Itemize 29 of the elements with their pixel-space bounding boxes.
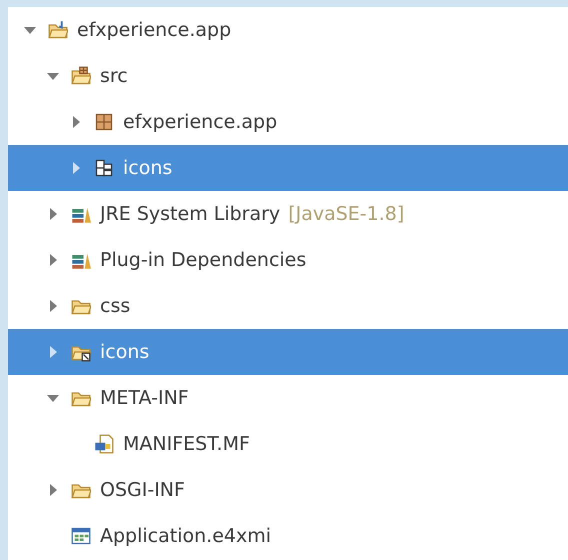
tree-item[interactable]: efxperience.app xyxy=(8,7,568,53)
item-label: icons xyxy=(100,341,150,363)
item-label: META-INF xyxy=(100,387,189,409)
item-label: JRE System Library xyxy=(100,203,280,225)
tree-item[interactable]: OSGI-INF xyxy=(8,467,568,513)
tree-item[interactable]: src xyxy=(8,53,568,99)
tree-item[interactable]: META-INF xyxy=(8,375,568,421)
item-label: efxperience.app xyxy=(77,19,232,41)
tree-item[interactable]: MANIFEST.MF xyxy=(8,421,568,467)
project-folder-icon xyxy=(48,20,68,40)
package-icon xyxy=(94,158,114,178)
manifest-file-icon xyxy=(94,434,114,454)
tree-item[interactable]: Application.e4xmi xyxy=(8,513,568,559)
package-icon xyxy=(94,112,114,132)
item-label: efxperience.app xyxy=(123,111,278,133)
tree-item[interactable]: efxperience.app xyxy=(8,99,568,145)
item-label: OSGI-INF xyxy=(100,479,185,501)
item-decoration: [JavaSE-1.8] xyxy=(288,203,404,225)
item-label: MANIFEST.MF xyxy=(123,433,250,455)
item-label: icons xyxy=(123,157,172,179)
item-label: Application.e4xmi xyxy=(100,525,272,547)
item-label: Plug-in Dependencies xyxy=(100,249,306,271)
tree-item[interactable]: JRE System Library [JavaSE-1.8] xyxy=(8,191,568,237)
item-label: src xyxy=(100,65,128,87)
model-file-icon xyxy=(71,526,91,546)
tree-item[interactable]: css xyxy=(8,283,568,329)
item-label: css xyxy=(100,295,130,317)
tree-item[interactable]: Plug-in Dependencies xyxy=(8,237,568,283)
package-folder-icon xyxy=(71,66,91,86)
